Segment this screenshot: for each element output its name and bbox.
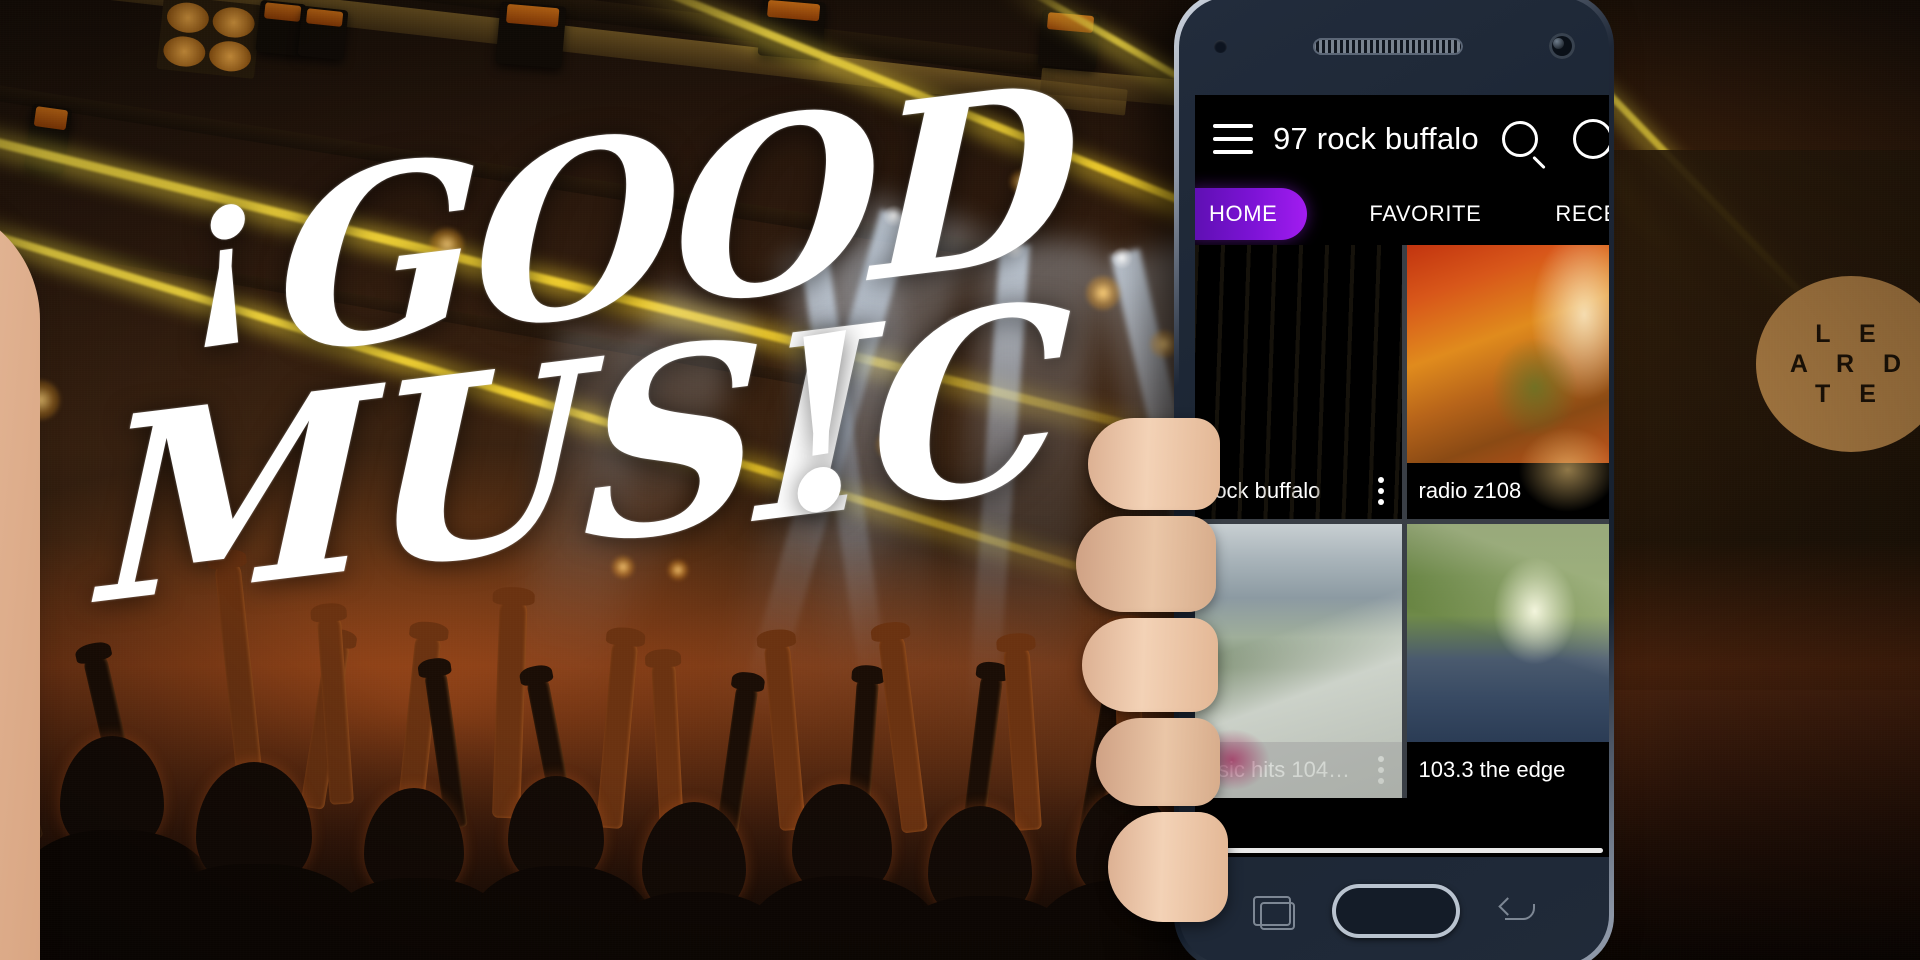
phone-bottom-bezel bbox=[1179, 857, 1609, 960]
warm-bulb bbox=[1010, 170, 1034, 194]
app-title: 97 rock buffalo bbox=[1273, 121, 1479, 156]
venue-sign-line: A R D bbox=[1789, 349, 1913, 378]
screenshot-root: L E A R D T E ¡ GOOD MUSIC ! 97 rock buf… bbox=[0, 0, 1920, 960]
moving-head-light bbox=[297, 5, 349, 61]
scroll-indicator[interactable] bbox=[1205, 848, 1603, 853]
tab-home[interactable]: HOME bbox=[1195, 188, 1308, 240]
little-finger bbox=[1096, 718, 1220, 806]
warm-bulb bbox=[498, 258, 524, 284]
index-finger bbox=[1088, 418, 1220, 510]
smartphone-device: 97 rock buffalo HOME FAVORITE RECENT bbox=[1174, 0, 1614, 960]
venue-sign-line: T E bbox=[1815, 380, 1887, 409]
tab-recent[interactable]: RECENT bbox=[1549, 188, 1609, 240]
proximity-sensor-icon bbox=[1213, 39, 1227, 53]
earpiece-speaker-icon bbox=[1312, 37, 1463, 55]
station-artwork bbox=[1195, 524, 1402, 742]
station-artwork bbox=[1406, 524, 1609, 742]
phone-top-bezel bbox=[1179, 0, 1609, 95]
ring-finger bbox=[1082, 618, 1218, 712]
warm-bulb bbox=[876, 430, 906, 460]
tab-favorite[interactable]: FAVORITE bbox=[1341, 188, 1509, 240]
phone-screen: 97 rock buffalo HOME FAVORITE RECENT bbox=[1195, 95, 1609, 857]
search-button[interactable] bbox=[1489, 108, 1551, 170]
station-card[interactable]: ssic hits 104… bbox=[1195, 524, 1402, 798]
warm-bulb bbox=[1086, 276, 1120, 310]
overflow-button[interactable] bbox=[1551, 108, 1609, 170]
venue-sign-line: L E bbox=[1815, 319, 1887, 348]
back-icon[interactable] bbox=[1501, 898, 1535, 924]
tab-bar: HOME FAVORITE RECENT bbox=[1195, 183, 1609, 245]
moving-head-light bbox=[495, 1, 567, 69]
station-artwork bbox=[1406, 245, 1609, 463]
station-card[interactable]: 103.3 the edge bbox=[1406, 524, 1609, 798]
search-icon bbox=[1502, 121, 1538, 157]
warm-bulb bbox=[430, 228, 464, 262]
stage-lamp-cluster bbox=[156, 0, 262, 79]
recents-icon[interactable] bbox=[1253, 896, 1296, 930]
home-button[interactable] bbox=[1331, 884, 1460, 938]
hamburger-icon[interactable] bbox=[1213, 124, 1253, 154]
spot-bulb bbox=[884, 206, 904, 226]
spot-bulb bbox=[1004, 238, 1024, 258]
spot-bulb bbox=[800, 248, 820, 268]
circle-icon bbox=[1573, 119, 1609, 159]
front-camera-icon bbox=[1548, 33, 1575, 59]
audience-crowd bbox=[0, 540, 1920, 960]
palm bbox=[0, 200, 40, 960]
spot-bulb bbox=[944, 316, 970, 342]
station-card[interactable]: rock buffalo bbox=[1195, 245, 1402, 519]
station-grid: rock buffalo radio z108 ssic hits bbox=[1195, 245, 1609, 798]
spot-bulb bbox=[1112, 248, 1132, 268]
middle-finger bbox=[1076, 516, 1216, 612]
station-card[interactable]: radio z108 bbox=[1406, 245, 1609, 519]
station-artwork bbox=[1195, 245, 1402, 463]
app-bar: 97 rock buffalo bbox=[1195, 95, 1609, 183]
hand-base bbox=[1108, 812, 1228, 922]
